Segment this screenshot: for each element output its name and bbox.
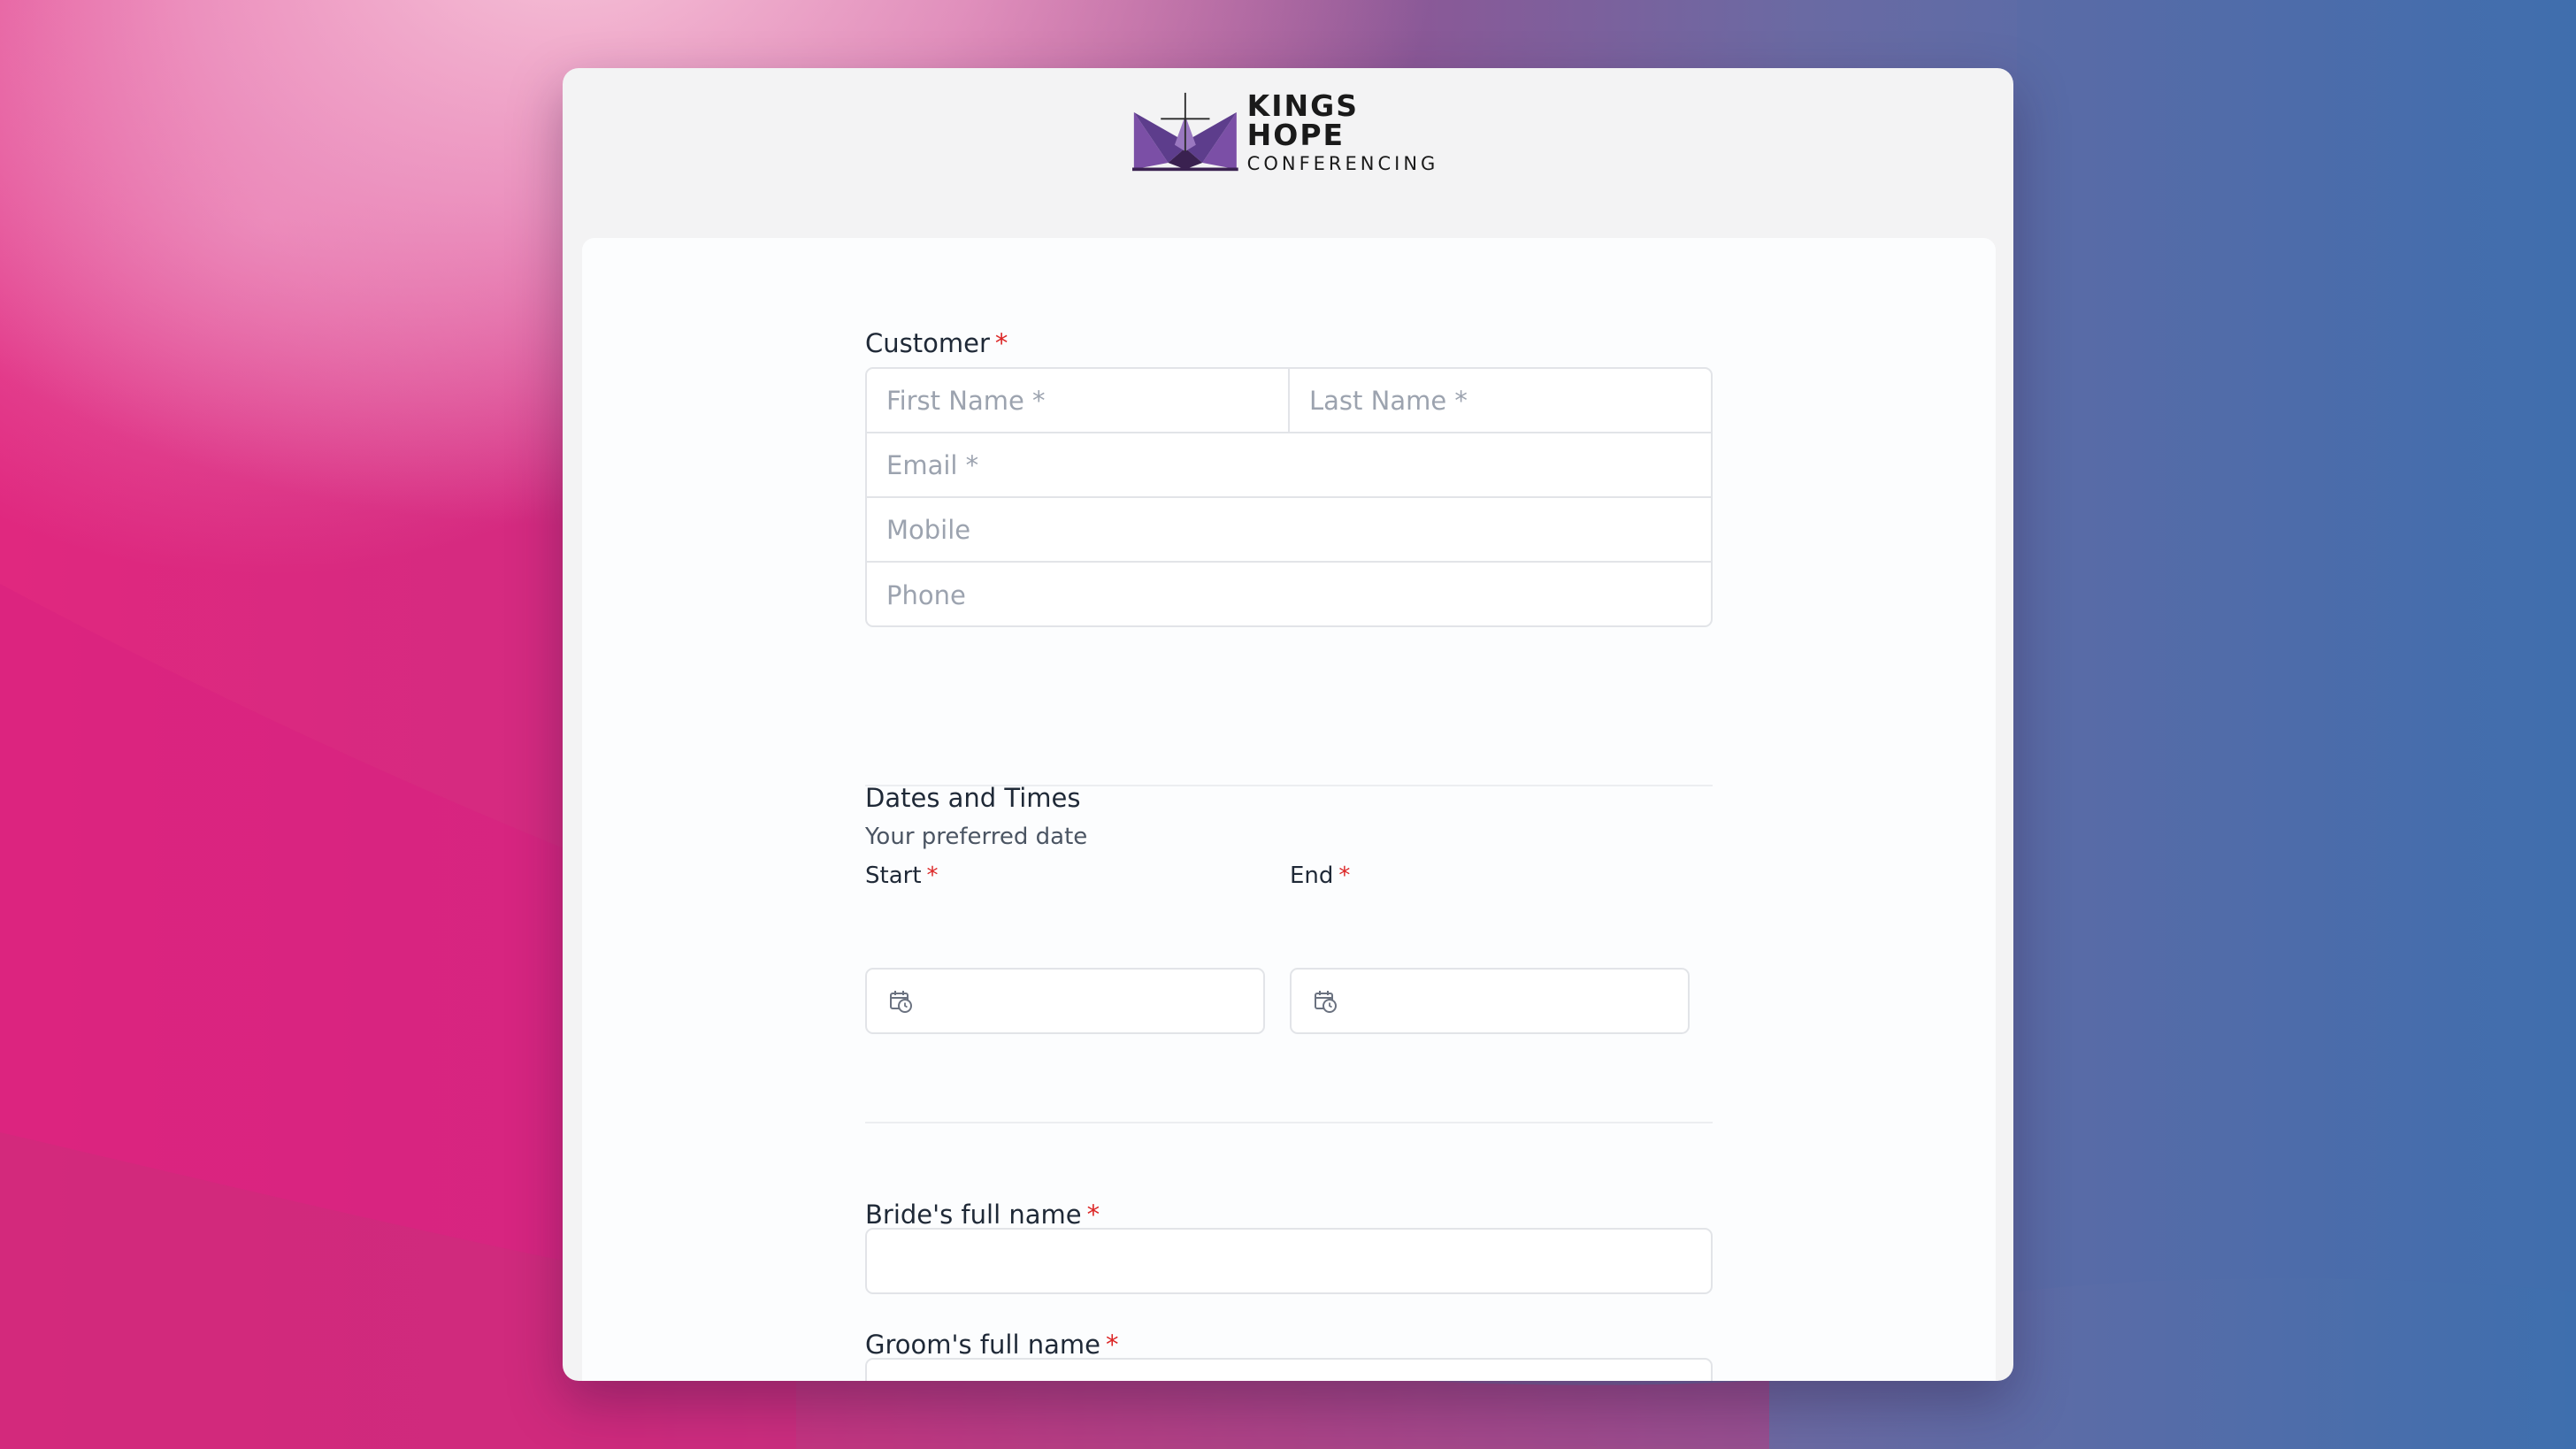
- phone-row: [867, 563, 1711, 625]
- calendar-clock-icon: [890, 990, 912, 1013]
- start-label: Start *: [865, 862, 939, 889]
- brand-name: KINGS HOPE: [1246, 88, 1359, 152]
- groom-label: Groom's full name *: [865, 1330, 1118, 1360]
- required-mark: *: [994, 328, 1008, 358]
- brand-logo: KINGS HOPE CONFERENCING: [1132, 88, 1451, 176]
- form-panel: Customer * First Name * Last Name * Emai…: [582, 238, 1996, 1381]
- first-name-input[interactable]: [867, 369, 1288, 432]
- customer-label: Customer *: [865, 328, 1008, 358]
- dates-heading-text: Dates and Times: [865, 783, 1081, 813]
- end-date-field[interactable]: [1290, 968, 1690, 1034]
- dates-hint: Your preferred date: [865, 824, 1088, 850]
- email-row: [867, 433, 1711, 498]
- phone-cell: [867, 563, 1711, 625]
- end-date-input[interactable]: [1338, 970, 1688, 1032]
- mobile-input[interactable]: [867, 498, 1711, 561]
- brand-tagline: CONFERENCING: [1246, 152, 1439, 174]
- name-row: [867, 369, 1711, 433]
- crown-logo-icon: [1132, 92, 1238, 172]
- section-divider: [865, 1122, 1713, 1123]
- email-input[interactable]: [867, 433, 1711, 496]
- start-date-input[interactable]: [913, 970, 1263, 1032]
- mobile-cell: [867, 498, 1711, 561]
- form-window: KINGS HOPE CONFERENCING Customer * First…: [563, 68, 2013, 1381]
- bride-label-text: Bride's full name: [865, 1200, 1082, 1230]
- start-label-text: Start: [865, 862, 922, 889]
- last-name-input[interactable]: [1290, 369, 1711, 432]
- last-name-cell: [1288, 369, 1711, 432]
- customer-label-text: Customer: [865, 328, 990, 358]
- required-mark: *: [1086, 1200, 1100, 1230]
- bride-name-field: [865, 1228, 1713, 1294]
- bride-label: Bride's full name *: [865, 1200, 1100, 1230]
- start-date-field[interactable]: [865, 968, 1265, 1034]
- mobile-row: [867, 498, 1711, 563]
- groom-label-text: Groom's full name: [865, 1330, 1100, 1360]
- email-cell: [867, 433, 1711, 496]
- required-mark: *: [1105, 1330, 1119, 1360]
- required-mark: *: [1338, 862, 1351, 889]
- groom-name-input[interactable]: [867, 1360, 1711, 1381]
- required-mark: *: [926, 862, 939, 889]
- calendar-clock-icon: [1315, 990, 1337, 1013]
- end-label: End *: [1290, 862, 1350, 889]
- bride-name-input[interactable]: [867, 1230, 1711, 1292]
- first-name-cell: [867, 369, 1288, 432]
- phone-input[interactable]: [867, 563, 1711, 625]
- groom-name-field: [865, 1358, 1713, 1381]
- end-label-text: End: [1290, 862, 1334, 889]
- customer-fields: [865, 367, 1713, 627]
